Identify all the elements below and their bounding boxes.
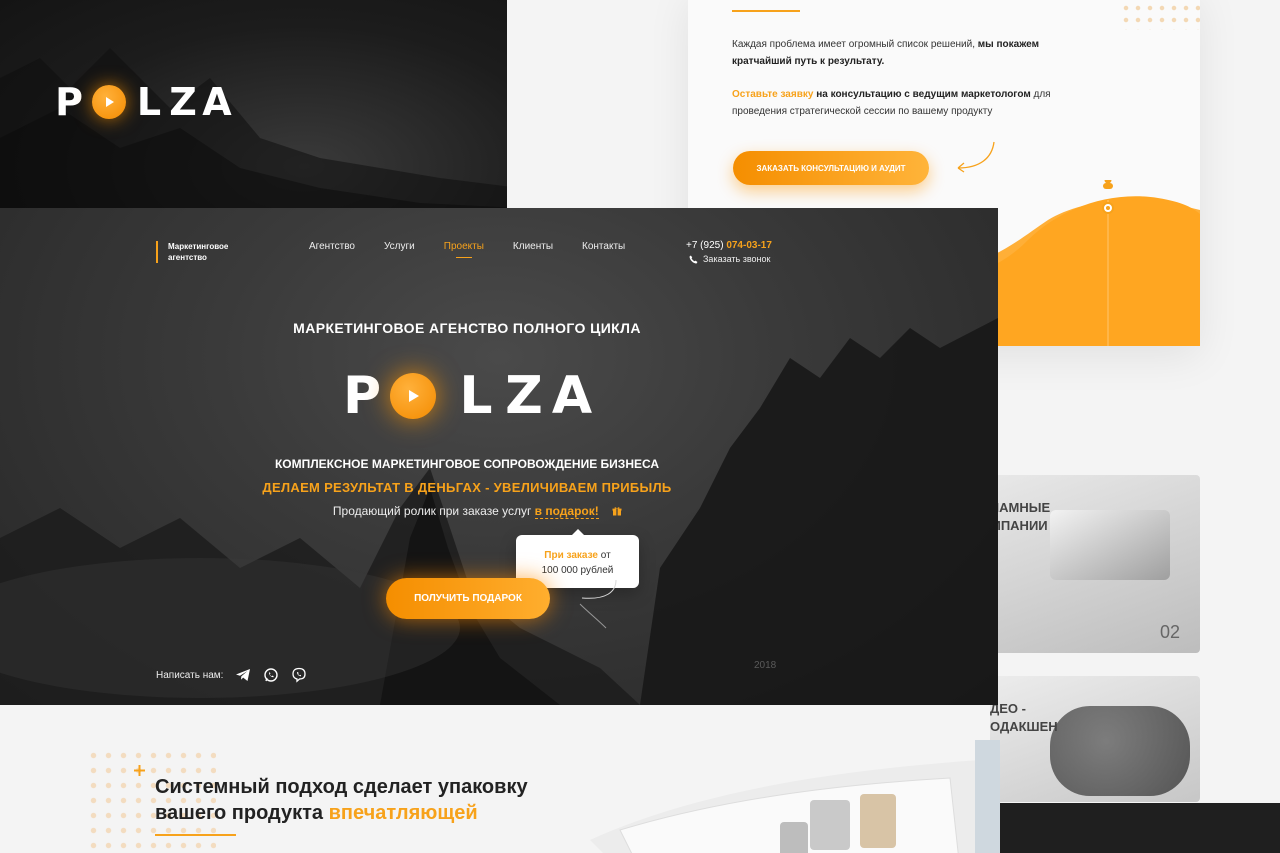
service-number: 02 xyxy=(1159,622,1180,642)
gift-icon xyxy=(612,507,622,516)
plus-icon xyxy=(134,765,145,776)
logo-letter-p: P xyxy=(55,80,83,124)
leave-request-link[interactable]: Оставьте заявку xyxy=(732,89,813,100)
whatsapp-icon[interactable] xyxy=(263,667,279,683)
catalog-mockup-image xyxy=(590,740,1000,853)
nav-item-contacts[interactable]: Контакты xyxy=(582,241,625,252)
logo-letter-z: Z xyxy=(169,80,197,124)
logo-letter-p: P xyxy=(342,366,382,426)
phone-number[interactable]: +7 (925) 074-03-17 xyxy=(686,240,772,251)
request-callback-link[interactable]: Заказать звонок xyxy=(689,254,770,264)
hero-subtitle: КОМПЛЕКСНОЕ МАРКЕТИНГОВОЕ СОПРОВОЖДЕНИЕ … xyxy=(274,457,660,471)
hero-kicker: МАРКЕТИНГОВОЕ АГЕНСТВО ПОЛНОГО ЦИКЛА xyxy=(293,320,641,336)
logo-letter-z: Z xyxy=(505,366,543,426)
hero-gift-offer: Продающий ролик при заказе услуг в подар… xyxy=(0,504,955,519)
socials-label: Написать нам: xyxy=(156,669,224,681)
service-title: ДЕО - ОДАКШЕН xyxy=(990,701,1058,734)
service-card-video[interactable]: ДЕО - ОДАКШЕН xyxy=(990,676,1200,802)
logo-letter-l: L xyxy=(136,80,162,124)
curved-arrow-icon xyxy=(957,141,995,173)
dark-footer-strip xyxy=(998,803,1280,853)
year-label: 2018 xyxy=(754,660,777,671)
brand-logo-hero: P L Z A xyxy=(338,366,596,426)
logo-showcase-panel: P L Z A xyxy=(0,0,507,208)
consultation-paragraph-2: Оставьте заявку на консультацию с ведущи… xyxy=(732,89,1051,117)
curved-arrow-icon xyxy=(579,579,617,629)
phone-icon xyxy=(689,254,698,263)
nav-item-services[interactable]: Услуги xyxy=(384,241,415,252)
logo-letter-a: A xyxy=(551,366,593,426)
logo-letter-a: A xyxy=(202,80,232,124)
viber-icon[interactable] xyxy=(291,667,307,683)
camera-photo xyxy=(1050,706,1190,796)
nav-item-clients[interactable]: Клиенты xyxy=(513,241,553,252)
heading-underline xyxy=(732,10,800,12)
brand-logo-large: P L Z A xyxy=(52,80,234,124)
service-card-campaigns[interactable]: ЛАМНЫЕ МПАНИИ 02 xyxy=(990,475,1200,653)
telegram-icon[interactable] xyxy=(235,667,251,683)
hero-value-proposition: ДЕЛАЕМ РЕЗУЛЬТАТ В ДЕНЬГАХ - УВЕЛИЧИВАЕМ… xyxy=(262,480,672,495)
person-icon xyxy=(1104,180,1112,184)
play-video-icon[interactable] xyxy=(390,373,436,419)
decor-dots xyxy=(1120,0,1200,30)
nav-item-projects[interactable]: Проекты xyxy=(444,241,484,258)
logo-letter-l: L xyxy=(459,366,493,426)
play-logo-icon xyxy=(92,85,126,119)
header-brand-tagline[interactable]: Маркетинговое агентство xyxy=(156,241,266,263)
service-title: ЛАМНЫЕ МПАНИИ xyxy=(990,500,1051,533)
social-links: Написать нам: xyxy=(156,667,307,683)
heading-underline xyxy=(155,834,236,836)
main-navigation: Агентство Услуги Проекты Клиенты Контакт… xyxy=(309,241,654,258)
gift-link[interactable]: в подарок! xyxy=(534,504,599,519)
hero-section: Маркетинговое агентство Агентство Услуги… xyxy=(0,208,998,705)
section-heading: Системный подход сделает упаковку вашего… xyxy=(155,776,528,824)
get-gift-button[interactable]: ПОЛУЧИТЬ ПОДАРОК xyxy=(386,578,550,619)
consultation-paragraph-1: Каждая проблема имеет огромный список ре… xyxy=(732,39,1039,67)
nav-item-agency[interactable]: Агентство xyxy=(309,241,355,252)
laptop-photo xyxy=(1050,510,1170,580)
consultation-text: Каждая проблема имеет огромный список ре… xyxy=(732,36,1072,120)
